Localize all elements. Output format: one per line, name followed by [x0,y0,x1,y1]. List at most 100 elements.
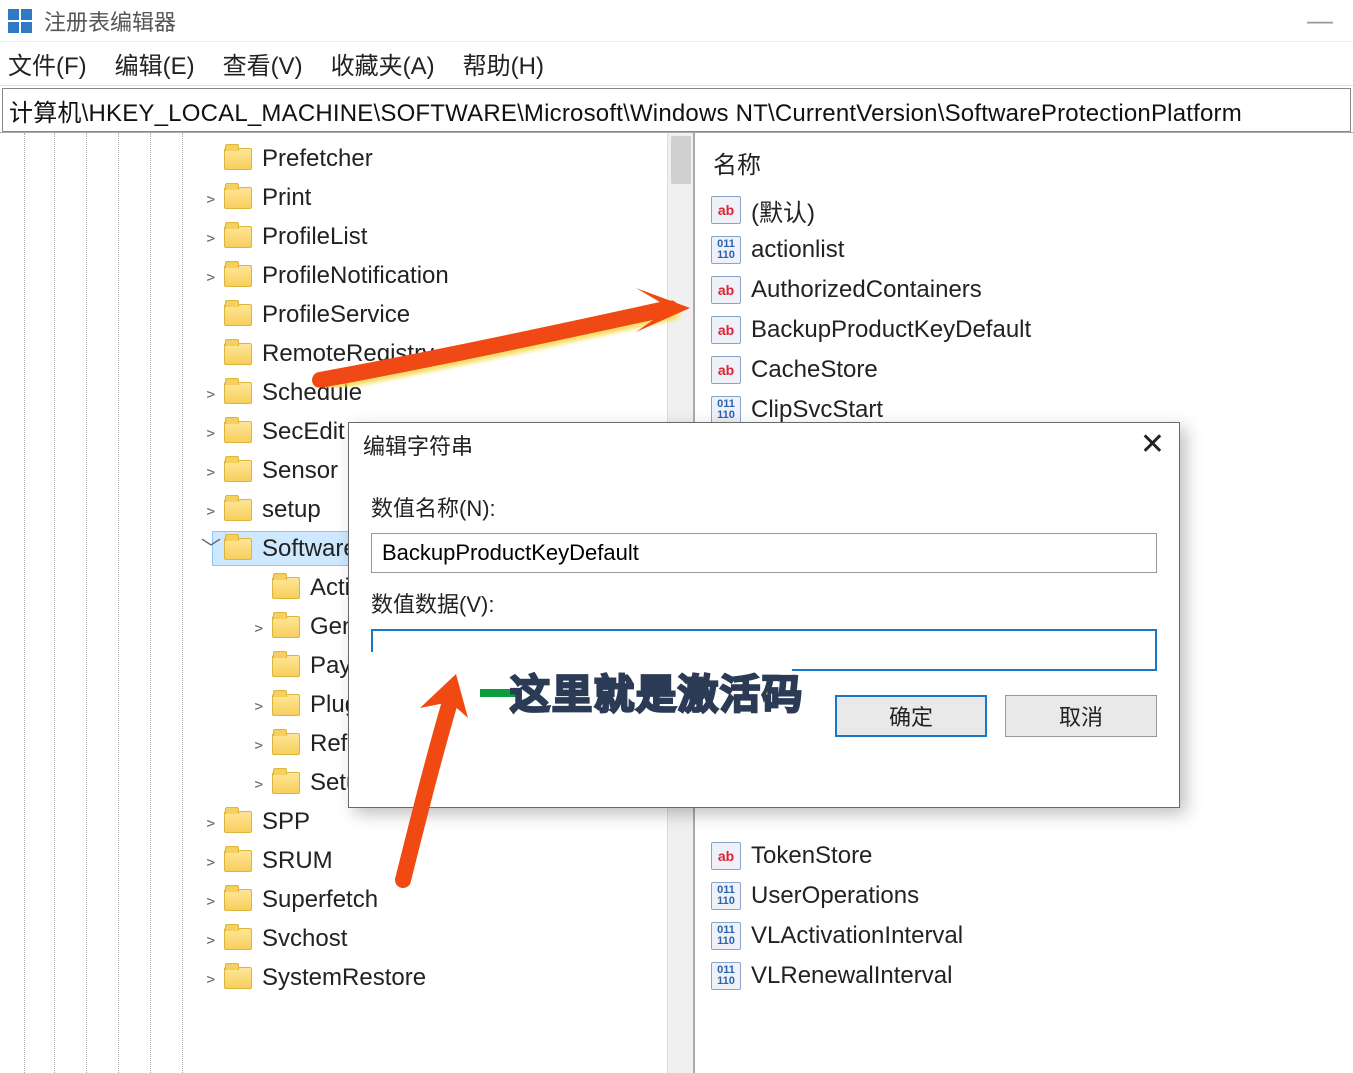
folder-icon [272,655,300,677]
expand-icon[interactable]: ﹥ [200,968,222,988]
tree-item-superfetch[interactable]: ﹥Superfetch [0,880,693,919]
expand-icon[interactable]: ﹥ [248,773,270,793]
folder-icon [224,460,252,482]
value-name: VLActivationInterval [751,922,963,950]
expand-icon[interactable]: ﹥ [248,617,270,637]
folder-icon [224,304,252,326]
folder-icon [224,421,252,443]
menu-help[interactable]: 帮助(H) [463,46,544,81]
value-name: ClipSvcStart [751,396,883,424]
tree-item-profilenotification[interactable]: ﹥ ProfileNotification [0,256,693,295]
minimize-button[interactable]: — [1295,5,1345,36]
value-name: TokenStore [751,842,872,870]
expand-icon[interactable]: ﹥ [248,695,270,715]
expand-icon[interactable]: ﹥ [200,188,222,208]
value-row[interactable]: 011110 UserOperations [707,876,1353,916]
tree-item-label: SecEdit [262,418,345,446]
ok-button[interactable]: 确定 [835,695,987,737]
value-row[interactable]: ab CacheStore [707,350,1353,390]
value-row[interactable]: 011110 VLRenewalInterval [707,956,1353,996]
tree-item-systemrestore[interactable]: ﹥SystemRestore [0,958,693,997]
tree-item-print[interactable]: ﹥ Print [0,178,693,217]
window-title: 注册表编辑器 [44,5,1295,37]
menu-view[interactable]: 查看(V) [223,46,303,81]
folder-icon [224,343,252,365]
expand-icon[interactable]: ﹥ [200,851,222,871]
tree-item-label: ProfileList [262,223,367,251]
tree-item-label: Sensor [262,457,338,485]
expand-icon[interactable]: ﹥ [200,266,222,286]
tree-item-remoteregistry[interactable]: RemoteRegistry [0,334,693,373]
address-bar[interactable]: 计算机\HKEY_LOCAL_MACHINE\SOFTWARE\Microsof… [2,88,1351,132]
expand-icon[interactable]: ﹥ [200,422,222,442]
menu-file[interactable]: 文件(F) [8,46,87,81]
value-name-field[interactable] [371,533,1157,573]
expand-icon[interactable]: ﹥ [200,227,222,247]
value-row[interactable]: 011110 actionlist [707,230,1353,270]
tree-item-label: ProfileService [262,301,410,329]
tree-item-profilelist[interactable]: ﹥ ProfileList [0,217,693,256]
tree-item-svchost[interactable]: ﹥Svchost [0,919,693,958]
value-name: (默认) [751,193,815,228]
expand-icon[interactable]: ﹥ [200,500,222,520]
tree-item-srum[interactable]: ﹥ SRUM [0,841,693,880]
folder-icon [224,148,252,170]
expand-icon[interactable]: ﹥ [200,812,222,832]
value-row[interactable]: ab (默认) [707,190,1353,230]
value-name: UserOperations [751,882,919,910]
column-header-name[interactable]: 名称 [707,141,1353,190]
value-name: AuthorizedContainers [751,276,982,304]
menu-edit[interactable]: 编辑(E) [115,46,195,81]
tree-item-label: setup [262,496,321,524]
value-row[interactable]: abBackupProductKeyDefault [707,310,1353,350]
tree-item-label: Schedule [262,379,362,407]
tree-item-profileservice[interactable]: ProfileService [0,295,693,334]
tree-item-label: SRUM [262,847,333,875]
value-row[interactable]: 011110VLActivationInterval [707,916,1353,956]
string-value-icon: ab [711,276,741,304]
value-name-label: 数值名称(N): [371,491,1157,523]
value-name: BackupProductKeyDefault [751,316,1031,344]
tree-item-label: RemoteRegistry [262,340,434,368]
expand-icon[interactable]: ﹥ [200,383,222,403]
value-row[interactable]: ab AuthorizedContainers [707,270,1353,310]
value-name: VLRenewalInterval [751,962,952,990]
folder-icon [272,694,300,716]
dialog-close-button[interactable]: ✕ [1140,430,1165,460]
folder-icon [272,772,300,794]
expand-icon[interactable]: ﹥ [248,734,270,754]
scroll-thumb[interactable] [671,136,691,184]
folder-icon [272,733,300,755]
string-value-icon: ab [711,196,741,224]
expand-icon[interactable]: ﹥ [200,461,222,481]
tree-item-schedule[interactable]: ﹥ Schedule [0,373,693,412]
tree-item-label: Software [262,535,357,563]
expand-icon[interactable]: ﹥ [200,929,222,949]
value-data-label: 数值数据(V): [371,587,1157,619]
value-name: CacheStore [751,356,878,384]
expand-icon[interactable]: ﹀ [200,539,222,559]
tree-item-label: SPP [262,808,310,836]
dialog-titlebar: 编辑字符串 ✕ [349,423,1179,467]
cancel-button[interactable]: 取消 [1005,695,1157,737]
tree-item-prefetcher[interactable]: Prefetcher [0,139,693,178]
value-name: actionlist [751,236,844,264]
edit-string-dialog: 编辑字符串 ✕ 数值名称(N): 数值数据(V): 确定 取消 [348,422,1180,808]
annotation-text: 这里就是激活码 [510,662,804,720]
tree-item-label: Print [262,184,311,212]
expand-icon[interactable]: ﹥ [200,890,222,910]
title-bar: 注册表编辑器 — [0,0,1353,42]
menu-bar: 文件(F) 编辑(E) 查看(V) 收藏夹(A) 帮助(H) [0,42,1353,86]
binary-value-icon: 011110 [711,882,741,910]
folder-icon [224,226,252,248]
folder-icon [224,382,252,404]
menu-favorites[interactable]: 收藏夹(A) [331,46,435,81]
folder-icon [272,577,300,599]
value-row[interactable]: abTokenStore [707,836,1353,876]
binary-value-icon: 011110 [711,962,741,990]
folder-icon [224,967,252,989]
folder-icon [224,928,252,950]
binary-value-icon: 011110 [711,236,741,264]
tree-item-label: ProfileNotification [262,262,449,290]
string-value-icon: ab [711,356,741,384]
